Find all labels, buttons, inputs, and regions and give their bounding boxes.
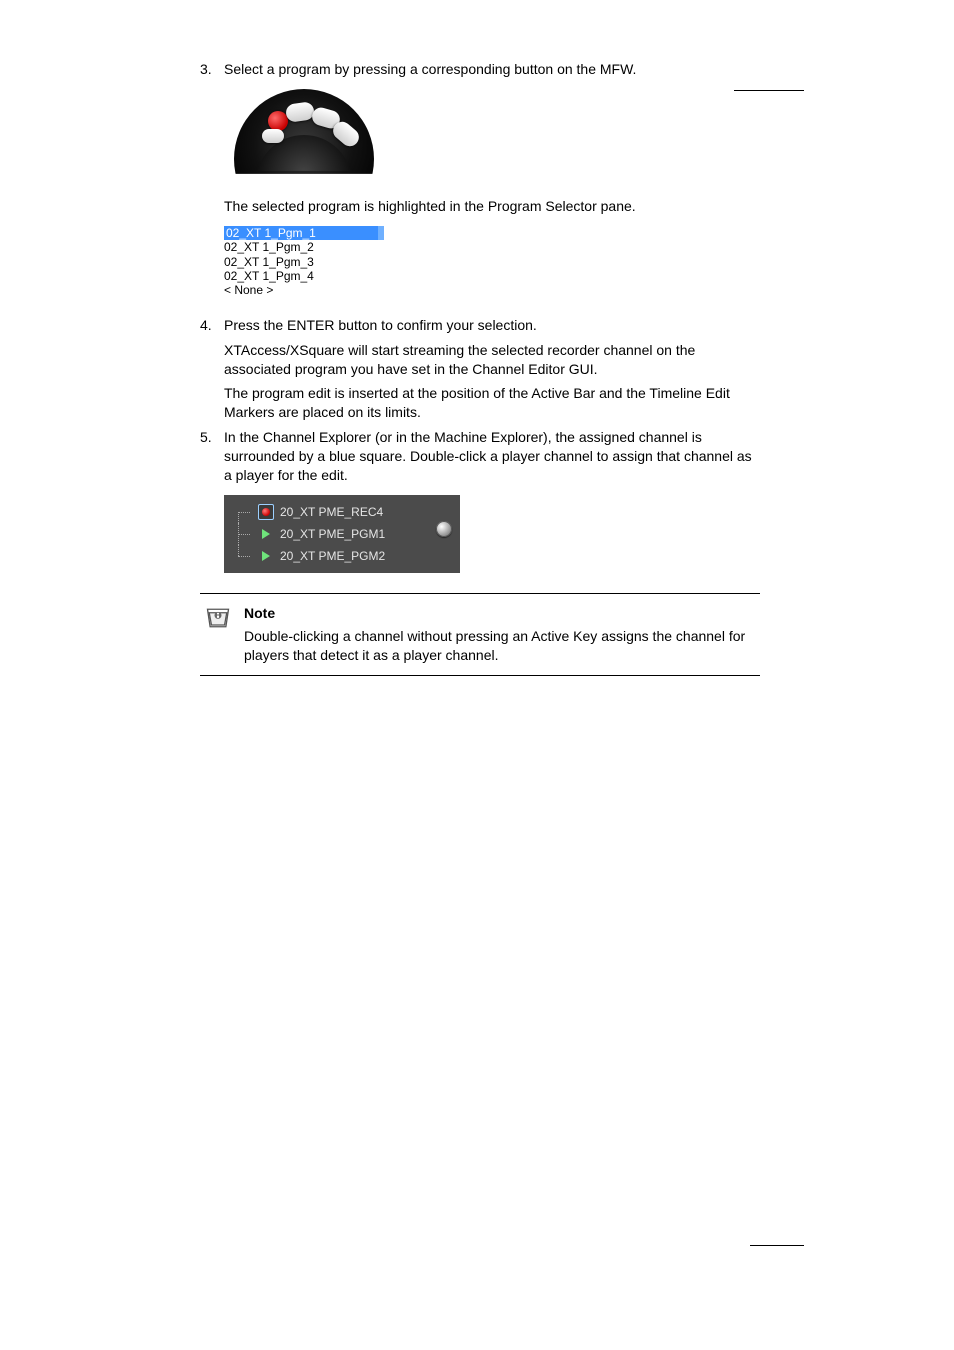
program-item[interactable]: 02_XT 1_Pgm_3 — [224, 255, 384, 269]
jog-ring — [256, 135, 352, 231]
mfw-jog-dial — [224, 89, 384, 179]
tree-branch — [230, 501, 258, 523]
disc-icon[interactable] — [436, 521, 452, 537]
play-channel-icon — [258, 526, 274, 542]
program-selector-pane: 02_XT 1_Pgm_1 02_XT 1_Pgm_2 02_XT 1_Pgm_… — [224, 226, 384, 298]
note-text: Double-clicking a channel without pressi… — [244, 627, 760, 665]
play-channel-icon — [258, 548, 274, 564]
header-rule — [734, 90, 804, 91]
step-4-detail-b: The program edit is inserted at the posi… — [224, 384, 760, 422]
program-item[interactable]: 02_XT 1_Pgm_4 — [224, 269, 384, 283]
step-4-detail-a: XTAccess/XSquare will start streaming th… — [224, 341, 760, 379]
tree-row[interactable]: 20_XT PME_REC4 — [230, 501, 450, 523]
tree-label: 20_XT PME_PGM1 — [280, 526, 385, 542]
step-number: 3. — [200, 60, 224, 79]
tree-branch — [230, 523, 258, 545]
note-icon — [200, 604, 236, 665]
program-item[interactable]: 02_XT 1_Pgm_2 — [224, 240, 384, 254]
channel-explorer: 20_XT PME_REC4 20_XT PME_PGM1 20_XT PME_… — [224, 495, 460, 573]
figure-jog — [224, 89, 804, 179]
tree-row[interactable]: 20_XT PME_PGM2 — [230, 545, 450, 567]
note-box: Note Double-clicking a channel without p… — [200, 593, 760, 676]
step-text: Select a program by pressing a correspon… — [224, 60, 760, 79]
step-3-detail: The selected program is highlighted in t… — [224, 197, 760, 216]
step-number: 5. — [200, 428, 224, 485]
program-item-selected[interactable]: 02_XT 1_Pgm_1 — [224, 226, 384, 240]
program-item[interactable]: < None > — [224, 283, 384, 297]
mfw-button — [262, 129, 284, 143]
note-title: Note — [244, 604, 760, 623]
mfw-button-red — [268, 111, 288, 131]
figure-channel-tree: 20_XT PME_REC4 20_XT PME_PGM1 20_XT PME_… — [224, 495, 804, 573]
tree-row[interactable]: 20_XT PME_PGM1 — [230, 523, 450, 545]
footer-rule — [750, 1245, 804, 1246]
tree-label: 20_XT PME_PGM2 — [280, 548, 385, 564]
step-text: In the Channel Explorer (or in the Machi… — [224, 428, 760, 485]
tree-branch — [230, 545, 258, 567]
step-number: 4. — [200, 316, 224, 335]
figure-programs: 02_XT 1_Pgm_1 02_XT 1_Pgm_2 02_XT 1_Pgm_… — [224, 226, 804, 298]
step-4: 4. Press the ENTER button to confirm you… — [200, 316, 760, 335]
record-channel-icon — [258, 504, 274, 520]
note-body: Note Double-clicking a channel without p… — [236, 604, 760, 665]
step-5: 5. In the Channel Explorer (or in the Ma… — [200, 428, 760, 485]
step-text: Press the ENTER button to confirm your s… — [224, 316, 760, 335]
step-3: 3. Select a program by pressing a corres… — [200, 60, 760, 79]
tree-label: 20_XT PME_REC4 — [280, 504, 383, 520]
